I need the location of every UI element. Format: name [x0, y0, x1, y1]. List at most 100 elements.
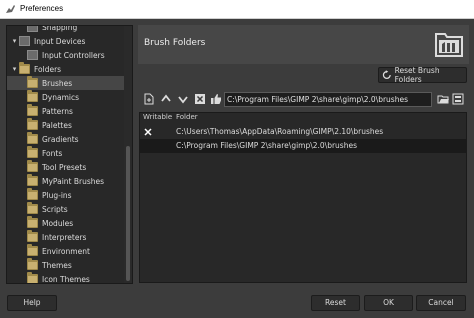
reset-brush-folders-label: Reset Brush Folders: [394, 66, 440, 84]
gimp-app-icon: [5, 4, 16, 15]
tree-item-modules[interactable]: Modules: [7, 216, 126, 230]
filesystem-icon: [452, 93, 464, 105]
thumbs-up-button[interactable]: [208, 91, 224, 107]
folder-toolbar: C:\Program Files\GIMP 2\share\gimp\2.0\b…: [139, 90, 467, 109]
ok-button[interactable]: OK: [364, 295, 413, 311]
tree-item-brushes[interactable]: Brushes: [7, 76, 126, 90]
folder-path-input[interactable]: C:\Program Files\GIMP 2\share\gimp\2.0\b…: [224, 92, 432, 107]
cancel-button[interactable]: Cancel: [416, 295, 466, 311]
open-folder-icon: [437, 95, 449, 104]
new-document-icon: [144, 93, 154, 105]
expander-arrow-icon[interactable]: ▾: [10, 37, 19, 45]
tree-item-label: Palettes: [42, 120, 72, 130]
tree-item-themes[interactable]: Themes: [7, 258, 126, 272]
tree-item-label: Interpreters: [42, 232, 87, 242]
tree-item-label: Brushes: [42, 78, 73, 88]
column-header-folder[interactable]: Folder: [176, 113, 198, 124]
browse-folder-button[interactable]: [436, 91, 450, 107]
tree-item-gradients[interactable]: Gradients: [7, 132, 126, 146]
arrow-up-icon: [161, 94, 171, 102]
folder-icon: [27, 202, 38, 214]
category-tree[interactable]: Icon Themes Themes Environment Interpreters…: [6, 25, 133, 284]
expander-arrow-icon[interactable]: ▾: [10, 65, 19, 73]
folder-row[interactable]: C:\Users\Thomas\AppData\Roaming\GIMP\2.1…: [140, 125, 466, 139]
tree-item-tool-presets[interactable]: Tool Presets: [7, 160, 126, 174]
reset-icon: [382, 70, 391, 79]
folder-icon: [27, 104, 38, 116]
writable-checkbox[interactable]: [144, 128, 152, 136]
tree-item-snapping[interactable]: Snapping: [7, 25, 126, 34]
tree-item-label: Gradients: [42, 134, 79, 144]
folder-icon: [27, 76, 38, 88]
tree-item-patterns[interactable]: Patterns: [7, 104, 126, 118]
folder-icon: [27, 244, 38, 256]
tree-item-label: Input Controllers: [42, 50, 105, 60]
tree-item-input-controllers[interactable]: Input Controllers: [7, 48, 126, 62]
help-button[interactable]: Help: [7, 295, 57, 311]
tree-item-mypaint-brushes[interactable]: MyPaint Brushes: [7, 174, 126, 188]
page-title: Brush Folders: [144, 38, 206, 48]
tree-item-interpreters[interactable]: Interpreters: [7, 230, 126, 244]
thumbs-up-icon: [211, 94, 221, 104]
folder-row-selected[interactable]: C:\Program Files\GIMP 2\share\gimp\2.0\b…: [140, 139, 466, 153]
move-down-button[interactable]: [175, 91, 191, 107]
tree-item-label: Scripts: [42, 204, 68, 214]
tree-item-icon-themes[interactable]: Icon Themes: [7, 272, 126, 284]
tree-item-label: Fonts: [42, 148, 63, 158]
window-title: Preferences: [20, 4, 64, 13]
tree-item-environment[interactable]: Environment: [7, 244, 126, 258]
folder-list[interactable]: Writable Folder C:\Users\Thomas\AppData\…: [139, 112, 467, 283]
help-button-label: Help: [23, 298, 41, 307]
folder-icon: [27, 132, 38, 144]
column-header-writable[interactable]: Writable: [143, 113, 172, 124]
reset-brush-folders-button[interactable]: Reset Brush Folders: [378, 66, 467, 84]
new-folder-button[interactable]: [141, 91, 157, 107]
folder-icon: [27, 146, 38, 158]
folder-icon: [27, 118, 38, 130]
page-header: Brush Folders: [138, 25, 469, 64]
tree-item-label: Patterns: [42, 106, 73, 116]
tree-item-label: Modules: [42, 218, 74, 228]
ok-button-label: OK: [383, 298, 394, 307]
cancel-button-label: Cancel: [428, 298, 454, 307]
folder-icon: [27, 272, 38, 283]
reset-button-label: Reset: [325, 298, 346, 307]
folder-icon: [27, 216, 38, 228]
folder-path-cell: C:\Program Files\GIMP 2\share\gimp\2.0\b…: [176, 141, 357, 150]
tree-item-label: Dynamics: [42, 92, 79, 102]
arrow-down-icon: [178, 96, 188, 104]
folder-icon: [27, 258, 38, 270]
tree-scrollbar[interactable]: [124, 26, 132, 283]
tree-item-label: Plug-ins: [42, 190, 72, 200]
tree-item-plug-ins[interactable]: Plug-ins: [7, 188, 126, 202]
tree-item-label: Tool Presets: [42, 162, 87, 172]
reset-button[interactable]: Reset: [311, 295, 360, 311]
folder-path-cell: C:\Users\Thomas\AppData\Roaming\GIMP\2.1…: [176, 127, 384, 136]
tree-item-input-devices[interactable]: ▾ Input Devices: [7, 34, 126, 48]
brush-folders-icon: [435, 33, 463, 57]
tree-item-fonts[interactable]: Fonts: [7, 146, 126, 160]
tree-scrollbar-thumb[interactable]: [126, 146, 130, 281]
tree-item-label: Icon Themes: [42, 274, 90, 284]
window-titlebar: Preferences: [0, 0, 474, 19]
move-up-button[interactable]: [158, 91, 174, 107]
tree-item-label: Input Devices: [34, 36, 86, 46]
folder-icon: [27, 174, 38, 186]
delete-icon: [195, 94, 205, 104]
tree-item-label: Snapping: [42, 25, 78, 32]
delete-folder-button[interactable]: [192, 91, 208, 107]
filesystem-button[interactable]: [451, 91, 465, 107]
folder-icon: [27, 188, 38, 200]
folder-icon: [27, 230, 38, 242]
tree-item-folders[interactable]: ▾ Folders: [7, 62, 126, 76]
tree-item-label: Environment: [42, 246, 90, 256]
folder-icon: [27, 90, 38, 102]
input-devices-icon: [19, 36, 30, 46]
tree-item-dynamics[interactable]: Dynamics: [7, 90, 126, 104]
folder-icon: [19, 62, 30, 74]
input-controllers-icon: [27, 50, 38, 60]
snapping-icon: [27, 26, 38, 32]
tree-item-label: Folders: [34, 64, 62, 74]
tree-item-scripts[interactable]: Scripts: [7, 202, 126, 216]
tree-item-palettes[interactable]: Palettes: [7, 118, 126, 132]
